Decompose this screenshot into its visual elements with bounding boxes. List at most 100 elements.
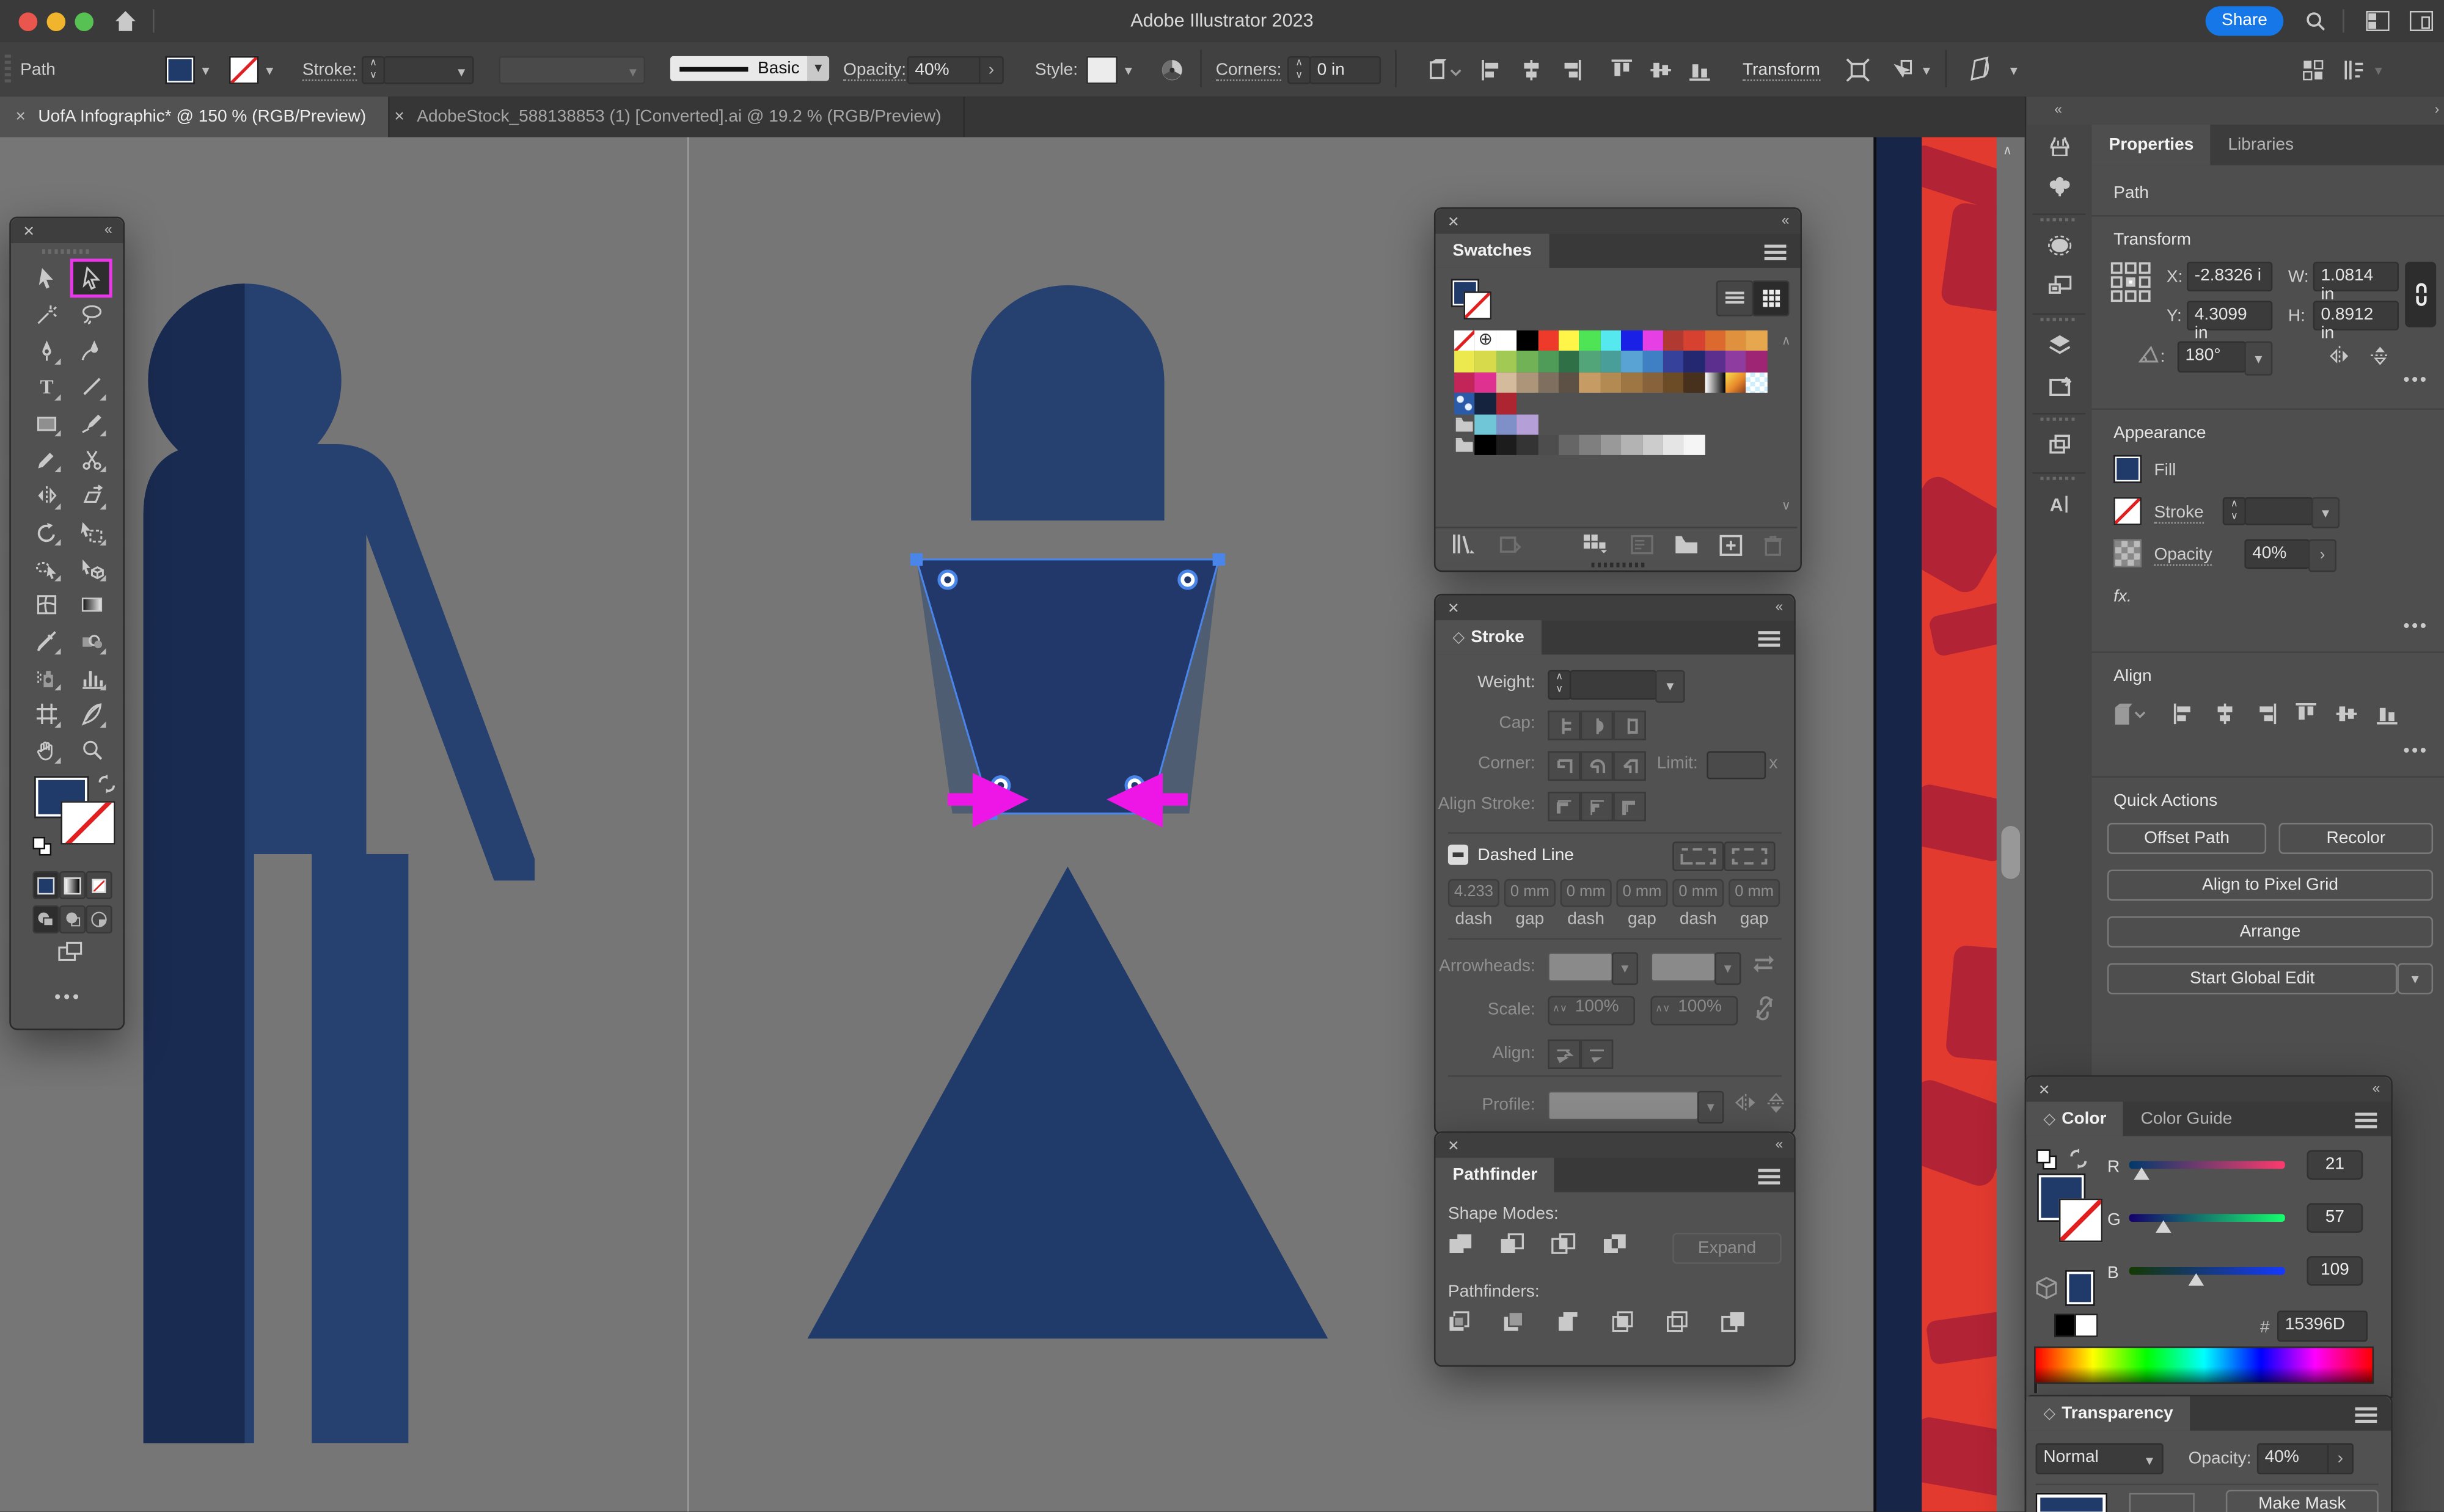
channel-slider[interactable] xyxy=(2129,1161,2285,1169)
swatch[interactable] xyxy=(1538,372,1559,393)
swatch[interactable] xyxy=(1538,331,1559,351)
collapse-panel-icon[interactable]: ‹‹ xyxy=(104,221,111,237)
swatches-header[interactable]: ×‹‹ xyxy=(1435,209,1800,234)
swatch[interactable] xyxy=(1454,372,1475,393)
trim-icon[interactable] xyxy=(1502,1310,1528,1337)
perspective-grid-tool[interactable] xyxy=(73,552,109,585)
panel-menu-icon[interactable] xyxy=(1765,245,1787,248)
scroll-up-icon[interactable]: ∧ xyxy=(2003,144,2012,158)
minus-back-icon[interactable] xyxy=(1721,1310,1746,1337)
swatch[interactable] xyxy=(1600,331,1621,351)
woman-head[interactable] xyxy=(971,285,1164,520)
panel-menu-icon[interactable] xyxy=(2355,1408,2377,1411)
collapse-panel-icon[interactable]: ‹‹ xyxy=(1776,1136,1782,1152)
rotate-tool[interactable] xyxy=(28,516,64,549)
color-header[interactable]: ×‹‹ xyxy=(2026,1077,2391,1102)
divide-icon[interactable] xyxy=(1448,1310,1473,1337)
layers-panel-icon[interactable] xyxy=(2026,324,2091,365)
isolate-shape-icon[interactable] xyxy=(1967,56,1995,82)
swatch-group-folder-icon[interactable] xyxy=(1454,435,1475,456)
crop-icon[interactable] xyxy=(1612,1310,1637,1337)
align-h-right-icon[interactable] xyxy=(2254,701,2277,731)
fx-button[interactable]: fx. xyxy=(2113,588,2132,607)
swatch[interactable] xyxy=(1746,331,1767,351)
panel-resize-grip[interactable] xyxy=(1592,563,1645,568)
scissors-tool[interactable] xyxy=(73,444,109,477)
stroke-weight-stepper[interactable]: ∧∨ xyxy=(362,56,385,84)
close-tab-icon[interactable]: × xyxy=(394,108,404,126)
swatch-libraries-icon[interactable] xyxy=(1451,533,1477,556)
toolbox-stroke-swatch[interactable] xyxy=(60,801,115,844)
swatch[interactable] xyxy=(1684,372,1705,393)
vertical-scrollbar[interactable]: ∧ xyxy=(1997,137,2025,1511)
make-mask-button[interactable]: Make Mask xyxy=(2226,1490,2379,1512)
swap-fill-stroke-icon[interactable] xyxy=(97,775,117,794)
channel-value-field[interactable]: 57 xyxy=(2307,1203,2363,1232)
align-v-center-icon[interactable] xyxy=(2335,701,2358,731)
arrange-documents-icon[interactable] xyxy=(2341,57,2366,82)
global-edit-dropdown-icon[interactable]: ▼ xyxy=(2397,963,2433,995)
document-info-panel-icon[interactable] xyxy=(2026,424,2091,464)
character-panel-icon[interactable]: A xyxy=(2026,483,2091,524)
curvature-tool[interactable] xyxy=(73,334,109,367)
workspace-layout-icon[interactable] xyxy=(2366,11,2389,31)
swatch[interactable] xyxy=(1705,331,1725,351)
document-tab-inactive[interactable]: ×AdobeStock_588138853 (1) [Converted].ai… xyxy=(379,97,965,137)
swatch[interactable] xyxy=(1663,435,1684,456)
variable-width-profile-field[interactable]: ▼ xyxy=(499,56,645,84)
line-segment-tool[interactable] xyxy=(73,371,109,404)
intersect-icon[interactable] xyxy=(1551,1233,1576,1259)
flip-vertical-icon[interactable] xyxy=(2369,345,2391,367)
close-panel-icon[interactable]: × xyxy=(23,220,34,242)
swatch[interactable] xyxy=(1746,372,1767,393)
stroke-weight-label[interactable]: Stroke: xyxy=(302,60,357,81)
w-field[interactable]: 1.0814 in xyxy=(2313,262,2399,291)
swatch[interactable] xyxy=(1496,372,1517,393)
new-swatch-icon[interactable] xyxy=(1719,534,1743,556)
swatch[interactable] xyxy=(1600,351,1621,372)
gradient-mode-button[interactable] xyxy=(59,871,86,899)
swatch[interactable] xyxy=(1746,351,1767,372)
swatch[interactable] xyxy=(1517,372,1538,393)
swatches-stroke-indicator[interactable] xyxy=(1463,291,1491,320)
slider-thumb-icon[interactable] xyxy=(2134,1167,2150,1180)
tile-documents-icon[interactable] xyxy=(2300,57,2325,82)
swatch[interactable] xyxy=(1663,351,1684,372)
panel-menu-icon[interactable] xyxy=(2355,1112,2377,1116)
channel-slider[interactable] xyxy=(2129,1267,2285,1275)
swatch[interactable] xyxy=(1517,435,1538,456)
tab-libraries[interactable]: Libraries xyxy=(2211,125,2311,165)
swatch-group-folder-icon[interactable] xyxy=(1454,414,1475,434)
swatch[interactable] xyxy=(1621,372,1642,393)
dock-overflow-icon[interactable]: › xyxy=(2435,101,2440,117)
swatch[interactable] xyxy=(1725,331,1746,351)
slider-thumb-icon[interactable] xyxy=(2156,1220,2172,1232)
default-fill-stroke-icon[interactable] xyxy=(33,837,52,856)
shaper-tool[interactable] xyxy=(73,625,109,658)
brush-definition-field[interactable]: Basic xyxy=(670,56,807,81)
stroke-color-swatch[interactable] xyxy=(229,56,258,84)
document-tab-active[interactable]: ×UofA Infographic* @ 150 % (RGB/Preview) xyxy=(0,97,390,137)
swatch[interactable] xyxy=(1496,435,1517,456)
symbols-clover-panel-icon[interactable] xyxy=(2026,165,2091,205)
swatch[interactable] xyxy=(1454,331,1475,351)
swatch[interactable] xyxy=(1475,351,1496,372)
select-similar-dropdown-icon[interactable]: ▼ xyxy=(1920,64,1933,78)
exclude-icon[interactable] xyxy=(1602,1233,1627,1259)
tab-stroke[interactable]: ◇Stroke xyxy=(1435,620,1541,654)
toolbox-header[interactable]: × ‹‹ xyxy=(11,218,123,243)
navy-stripe[interactable] xyxy=(1876,137,1922,1511)
transparency-opacity-field[interactable]: 40% › xyxy=(2257,1443,2354,1474)
draw-normal-button[interactable] xyxy=(33,905,59,933)
align-h-right-icon[interactable] xyxy=(1559,57,1582,87)
stroke-header[interactable]: ×‹‹ xyxy=(1435,595,1794,620)
gamut-preview-swatch[interactable] xyxy=(2065,1270,2095,1306)
corners-field[interactable]: 0 in xyxy=(1309,56,1381,84)
swatch[interactable] xyxy=(1475,414,1496,434)
out-of-gamut-cube-icon[interactable] xyxy=(2034,1276,2059,1299)
align-v-top-icon[interactable] xyxy=(1610,57,1633,87)
swatch[interactable] xyxy=(1454,393,1475,414)
merge-icon[interactable] xyxy=(1557,1310,1582,1337)
color-stroke-swatch[interactable] xyxy=(2059,1199,2102,1242)
swatch[interactable] xyxy=(1684,351,1705,372)
